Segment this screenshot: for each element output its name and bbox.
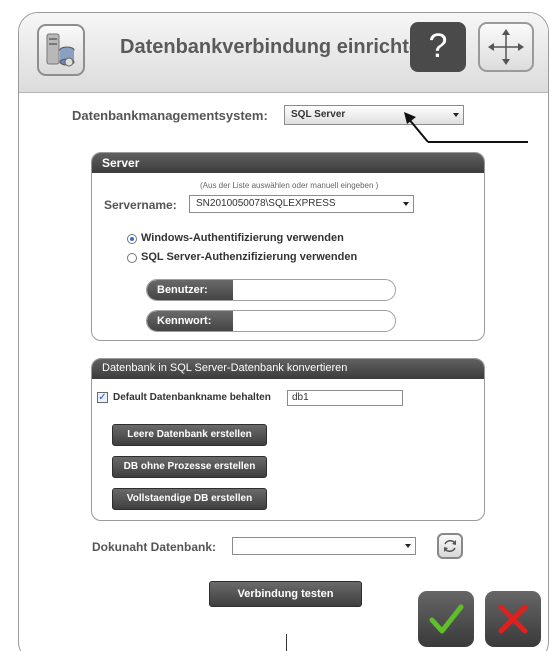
user-label: Benutzer: — [147, 280, 233, 300]
refresh-button[interactable] — [437, 533, 463, 559]
checkmark-icon — [429, 604, 464, 634]
dialog-title: Datenbankverbindung einrichten — [120, 36, 433, 58]
create-full-db-button[interactable]: Vollstaendige DB erstellen — [112, 488, 267, 510]
keep-default-checkbox[interactable]: ✓ — [97, 392, 108, 403]
convert-panel-header: Datenbank in SQL Server-Datenbank konver… — [92, 359, 484, 379]
help-button[interactable]: ? — [410, 22, 466, 72]
move-arrows-icon — [488, 29, 524, 65]
servername-value: SN2010050078\SQLEXPRESS — [196, 198, 336, 209]
auth-windows-label: Windows-Authentifizierung verwenden — [141, 232, 344, 244]
password-field[interactable]: Kennwort: — [146, 310, 396, 332]
test-connection-button[interactable]: Verbindung testen — [209, 581, 362, 607]
db-name-value: db1 — [292, 392, 309, 403]
cancel-button[interactable] — [485, 591, 541, 647]
keep-default-label: Default Datenbankname behalten — [113, 392, 271, 403]
doku-label: Dokunaht Datenbank: — [92, 540, 217, 554]
servername-select[interactable]: SN2010050078\SQLEXPRESS — [189, 195, 414, 213]
create-empty-db-button[interactable]: Leere Datenbank erstellen — [112, 424, 267, 446]
server-hint: (Aus der Liste auswählen oder manuell ei… — [200, 181, 379, 190]
database-server-icon — [37, 24, 85, 76]
move-button[interactable] — [478, 22, 534, 72]
refresh-icon — [444, 540, 456, 552]
servername-label: Servername: — [104, 198, 177, 212]
create-db-no-procs-button[interactable]: DB ohne Prozesse erstellen — [112, 456, 267, 478]
db-name-input[interactable]: db1 — [287, 390, 403, 406]
ok-button[interactable] — [418, 591, 474, 647]
dbms-select[interactable]: SQL Server — [284, 105, 464, 125]
user-field[interactable]: Benutzer: — [146, 279, 396, 301]
auth-sql-label: SQL Server-Authenzifizierung verwenden — [141, 251, 358, 263]
dbms-selected-value: SQL Server — [291, 109, 346, 120]
doku-select[interactable] — [232, 537, 416, 555]
close-icon — [498, 604, 528, 634]
bottom-marker — [286, 634, 287, 651]
chevron-down-icon — [453, 113, 459, 117]
password-label: Kennwort: — [147, 311, 233, 331]
auth-sql-radio[interactable] — [127, 253, 137, 263]
dbms-label: Datenbankmanagementsystem: — [72, 108, 268, 123]
chevron-down-icon — [403, 202, 409, 206]
question-icon: ? — [428, 27, 448, 65]
auth-windows-radio[interactable] — [127, 234, 137, 244]
chevron-down-icon — [405, 544, 411, 548]
server-panel-header: Server — [92, 153, 484, 173]
